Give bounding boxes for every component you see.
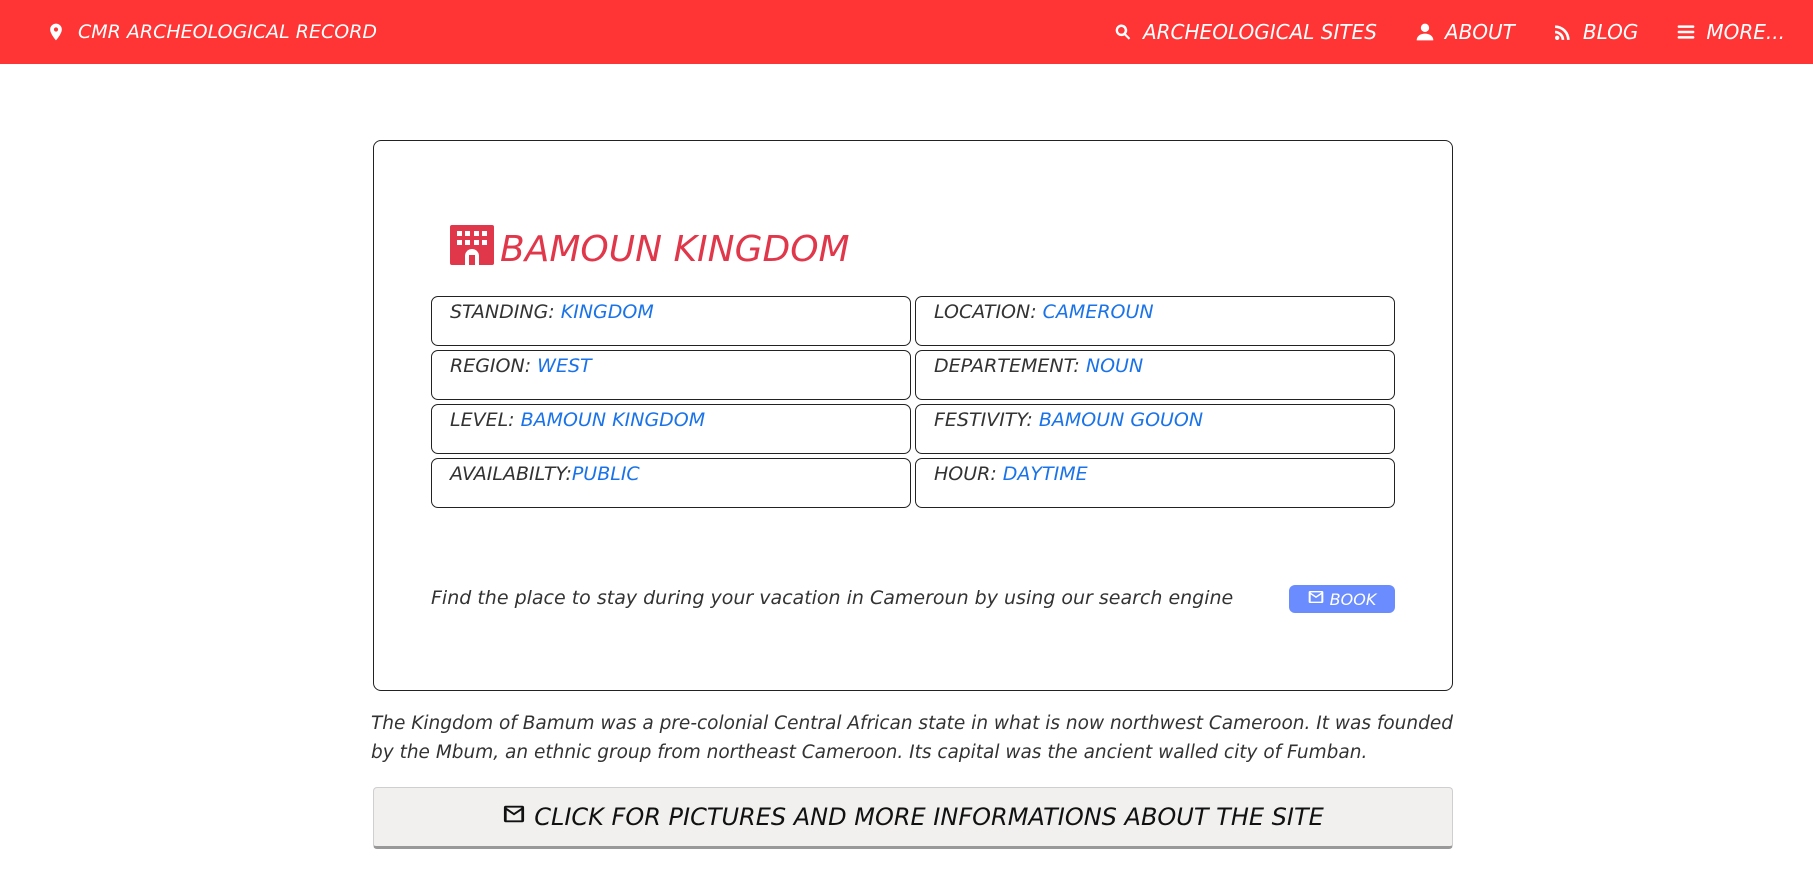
more-info-button[interactable]: CLICK FOR PICTURES AND MORE INFORMATIONS… bbox=[373, 787, 1453, 849]
site-title: BAMOUN KINGDOM bbox=[450, 225, 850, 274]
info-hour: HOUR: DAYTIME bbox=[915, 458, 1395, 508]
info-level: LEVEL: BAMOUN KINGDOM bbox=[431, 404, 911, 454]
info-label: REGION: bbox=[450, 355, 538, 377]
site-description: The Kingdom of Bamum was a pre-colonial … bbox=[371, 713, 1453, 763]
more-info-label: CLICK FOR PICTURES AND MORE INFORMATIONS… bbox=[534, 803, 1324, 831]
info-label: FESTIVITY: bbox=[934, 409, 1039, 431]
brand-label: CMR ARCHEOLOGICAL RECORD bbox=[78, 21, 378, 43]
book-label: BOOK bbox=[1329, 589, 1377, 609]
nav-links: ARCHEOLOGICAL SITES ABOUT BLOG MORE... bbox=[1113, 0, 1785, 64]
search-icon bbox=[1113, 22, 1133, 42]
envelope-icon bbox=[502, 803, 526, 831]
site-card: BAMOUN KINGDOM STANDING: KINGDOM LOCATIO… bbox=[373, 140, 1453, 691]
top-navbar: CMR ARCHEOLOGICAL RECORD ARCHEOLOGICAL S… bbox=[0, 0, 1813, 64]
info-festivity: FESTIVITY: BAMOUN GOUON bbox=[915, 404, 1395, 454]
info-label: DEPARTEMENT: bbox=[934, 355, 1086, 377]
nav-archeological-sites[interactable]: ARCHEOLOGICAL SITES bbox=[1113, 20, 1377, 44]
site-title-text: BAMOUN KINGDOM bbox=[500, 229, 850, 270]
info-value: NOUN bbox=[1085, 355, 1144, 377]
brand-link[interactable]: CMR ARCHEOLOGICAL RECORD bbox=[46, 0, 377, 64]
nav-more[interactable]: MORE... bbox=[1676, 20, 1785, 44]
book-prompt: Find the place to stay during your vacat… bbox=[431, 587, 1234, 609]
info-value: KINGDOM bbox=[560, 301, 654, 323]
info-departement: DEPARTEMENT: NOUN bbox=[915, 350, 1395, 400]
site-info-grid: STANDING: KINGDOM LOCATION: CAMEROUN REG… bbox=[431, 296, 1395, 508]
info-label: AVAILABILTY: bbox=[450, 463, 572, 485]
info-availability: AVAILABILTY:PUBLIC bbox=[431, 458, 911, 508]
info-value: WEST bbox=[537, 355, 592, 377]
nav-blog[interactable]: BLOG bbox=[1553, 20, 1639, 44]
info-value: BAMOUN GOUON bbox=[1038, 409, 1204, 431]
book-button[interactable]: BOOK bbox=[1289, 585, 1395, 613]
info-value: PUBLIC bbox=[571, 463, 640, 485]
envelope-icon bbox=[1308, 589, 1324, 609]
nav-about[interactable]: ABOUT bbox=[1415, 20, 1515, 44]
building-icon bbox=[450, 225, 494, 274]
rss-icon bbox=[1553, 22, 1573, 42]
user-icon bbox=[1415, 22, 1435, 42]
book-row: Find the place to stay during your vacat… bbox=[431, 585, 1395, 613]
menu-icon bbox=[1676, 22, 1696, 42]
info-label: HOUR: bbox=[934, 463, 1003, 485]
info-label: LOCATION: bbox=[934, 301, 1043, 323]
info-location: LOCATION: CAMEROUN bbox=[915, 296, 1395, 346]
info-label: LEVEL: bbox=[450, 409, 521, 431]
nav-label: BLOG bbox=[1582, 20, 1639, 44]
map-pin-icon bbox=[46, 22, 66, 42]
info-value: DAYTIME bbox=[1002, 463, 1088, 485]
info-value: CAMEROUN bbox=[1042, 301, 1154, 323]
nav-label: ARCHEOLOGICAL SITES bbox=[1142, 20, 1377, 44]
info-label: STANDING: bbox=[450, 301, 561, 323]
nav-label: MORE... bbox=[1706, 20, 1785, 44]
info-region: REGION: WEST bbox=[431, 350, 911, 400]
info-standing: STANDING: KINGDOM bbox=[431, 296, 911, 346]
nav-label: ABOUT bbox=[1444, 20, 1515, 44]
info-value: BAMOUN KINGDOM bbox=[520, 409, 706, 431]
